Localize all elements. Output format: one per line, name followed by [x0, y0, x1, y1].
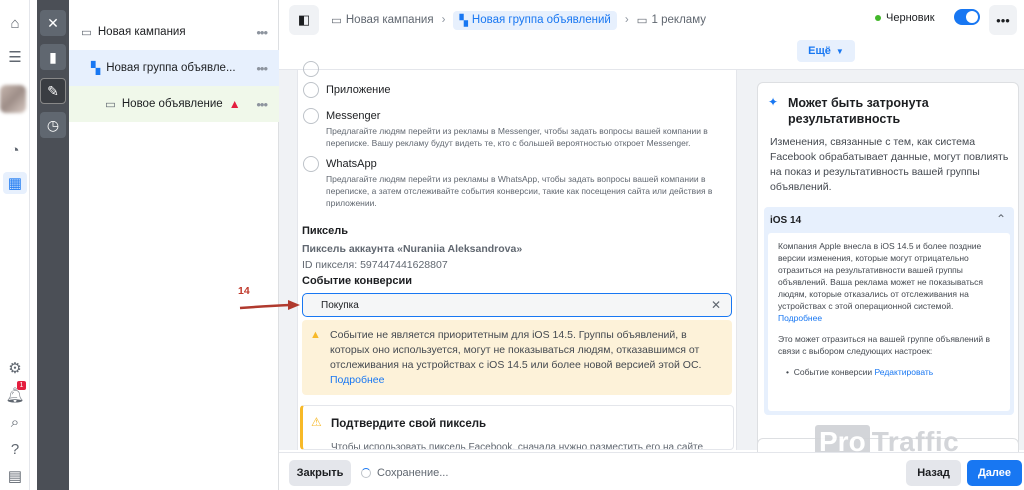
settings-icon[interactable]: ⚙: [3, 357, 27, 379]
breadcrumb-adset-label: Новая группа объявлений: [471, 14, 611, 26]
more-dropdown-label: Ещё: [808, 45, 831, 57]
clear-icon[interactable]: ✕: [711, 298, 721, 312]
more-dropdown-button[interactable]: Ещё ▼: [797, 40, 855, 62]
clock-icon[interactable]: ◷: [40, 112, 66, 138]
status-dot: [875, 15, 881, 21]
saving-label: Сохранение...: [377, 467, 449, 479]
close-icon[interactable]: ✕: [40, 10, 66, 36]
tool-strip: ✕ ▮ ✎ ◷: [37, 0, 69, 490]
ios14-item: Событие конверсии: [793, 367, 873, 377]
option-title: Приложение: [326, 84, 391, 96]
status-label: Черновик: [886, 12, 935, 24]
radio-partial[interactable]: [303, 61, 319, 77]
account-avatar[interactable]: [0, 85, 26, 113]
spinner-icon: [361, 468, 371, 478]
folder-icon: ▭: [81, 27, 92, 39]
edit-link[interactable]: Редактировать: [875, 367, 934, 377]
grid-icon: ▚: [459, 14, 468, 27]
conversion-event-label: Событие конверсии: [302, 275, 412, 287]
more-options-icon[interactable]: •••: [256, 61, 268, 76]
conversion-event-value: Покупка: [321, 299, 359, 311]
bottom-bar: Закрыть Сохранение... Назад Далее: [279, 452, 1024, 490]
close-button[interactable]: Закрыть: [289, 460, 351, 486]
ios-warning-box: ▲ Событие не является приоритетным для i…: [302, 320, 732, 395]
confirm-pixel-title: Подтвердите свой пиксель: [331, 418, 487, 430]
home-icon[interactable]: ⌂: [3, 12, 27, 34]
radio-app[interactable]: [303, 82, 319, 98]
sparkle-icon: ✦: [768, 95, 779, 109]
error-icon: ▲: [228, 97, 241, 111]
ad-icon: ▭: [105, 99, 116, 111]
tree-item-campaign[interactable]: ▭ Новая кампания •••: [69, 14, 279, 50]
chevron-right-icon: ›: [624, 14, 629, 26]
pixel-section-title: Пиксель: [302, 225, 349, 237]
tree-item-label: Новое объявление: [121, 98, 223, 110]
radio-messenger[interactable]: [303, 108, 319, 124]
sidebar-toggle-icon[interactable]: ◧: [289, 5, 319, 35]
learn-more-link[interactable]: Подробнее: [330, 374, 384, 386]
tree-item-label: Новая кампания: [97, 26, 186, 38]
annotation-arrow-icon: [239, 300, 300, 310]
impact-card: ✦ Может быть затронута результативность …: [757, 82, 1019, 447]
option-title: Messenger: [326, 110, 381, 122]
confirm-pixel-desc: Чтобы использовать пиксель Facebook, сна…: [331, 442, 704, 450]
form-area: Приложение Messenger Предлагайте людям п…: [279, 61, 745, 450]
more-options-icon[interactable]: •••: [256, 25, 268, 40]
ios14-heading: iOS 14: [770, 215, 802, 226]
right-panel: ✦ Может быть затронута результативность …: [745, 70, 1024, 458]
option-title: WhatsApp: [326, 158, 377, 170]
breadcrumb-ad[interactable]: 1 рекламу: [652, 14, 706, 26]
grid-icon: ▚: [91, 61, 101, 75]
more-actions-icon[interactable]: •••: [989, 5, 1017, 35]
impact-text: Изменения, связанные с тем, как система …: [770, 136, 1009, 193]
tree-item-ad[interactable]: ▭ Новое объявление ▲ •••: [69, 86, 279, 122]
pixel-account: Пиксель аккаунта «Nuraniia Aleksandrova»: [302, 243, 523, 255]
chevron-up-icon[interactable]: ⌃: [996, 212, 1006, 226]
nav-rail: ⌂ ☰ ◔ ▦ ⚙ 🔔︎ 1 ⌕ ? ▤: [0, 0, 30, 490]
search-icon[interactable]: ⌕: [3, 411, 27, 433]
tree-item-label: Новая группа объявле...: [106, 62, 236, 74]
chevron-right-icon: ›: [441, 14, 446, 26]
ios14-paragraph-2: Это может отразиться на вашей группе объ…: [778, 334, 990, 356]
chart-icon[interactable]: ▮: [40, 44, 66, 70]
radio-whatsapp[interactable]: [303, 156, 319, 172]
saving-status: Сохранение...: [361, 467, 448, 479]
next-button[interactable]: Далее: [967, 460, 1022, 486]
report-icon[interactable]: ▤: [3, 465, 27, 487]
option-desc: Предлагайте людям перейти из рекламы в W…: [326, 174, 713, 208]
ios14-learn-more-link[interactable]: Подробнее: [778, 313, 822, 323]
ios14-paragraph: Компания Apple внесла в iOS 14.5 и более…: [778, 241, 983, 311]
more-options-icon[interactable]: •••: [256, 97, 268, 112]
ios14-section: iOS 14 ⌃ Компания Apple внесла в iOS 14.…: [764, 207, 1014, 415]
top-bar: ◧ ▭ Новая кампания › ▚ Новая группа объя…: [279, 0, 1024, 70]
help-icon[interactable]: ?: [3, 438, 27, 460]
ads-manager-icon[interactable]: ▦: [3, 172, 27, 194]
notification-badge: 1: [17, 381, 26, 390]
status-badge: Черновик: [875, 12, 935, 24]
dashboard-icon[interactable]: ◔: [3, 139, 27, 161]
edit-icon[interactable]: ✎: [40, 78, 66, 104]
form-card: Приложение Messenger Предлагайте людям п…: [297, 61, 737, 450]
publish-toggle[interactable]: [954, 9, 980, 25]
warning-icon: ⚠: [311, 415, 322, 429]
breadcrumb: ▭ Новая кампания › ▚ Новая группа объявл…: [331, 10, 706, 30]
confirm-pixel-card: ⚠ Подтвердите свой пиксель Чтобы использ…: [300, 405, 734, 450]
impact-title: Может быть затронута результативность: [788, 96, 929, 126]
caret-down-icon: ▼: [835, 46, 844, 56]
warning-icon: ▲: [310, 329, 321, 341]
menu-icon[interactable]: ☰: [3, 46, 27, 68]
pixel-id: ID пикселя: 597447441628807: [302, 259, 448, 271]
breadcrumb-adset[interactable]: ▚ Новая группа объявлений: [453, 10, 617, 30]
campaign-tree: ▭ Новая кампания ••• ▚ Новая группа объя…: [69, 0, 279, 490]
back-button[interactable]: Назад: [906, 460, 961, 486]
breadcrumb-campaign[interactable]: Новая кампания: [346, 14, 434, 26]
ad-icon: ▭: [636, 15, 648, 27]
option-desc: Предлагайте людям перейти из рекламы в M…: [326, 126, 708, 148]
ios14-content: Компания Apple внесла в iOS 14.5 и более…: [768, 233, 1010, 411]
warning-text: Событие не является приоритетным для iOS…: [330, 329, 702, 371]
conversion-event-field[interactable]: Покупка ✕: [302, 293, 732, 317]
folder-icon: ▭: [331, 15, 342, 27]
tree-item-adset[interactable]: ▚ Новая группа объявле... •••: [69, 50, 279, 86]
